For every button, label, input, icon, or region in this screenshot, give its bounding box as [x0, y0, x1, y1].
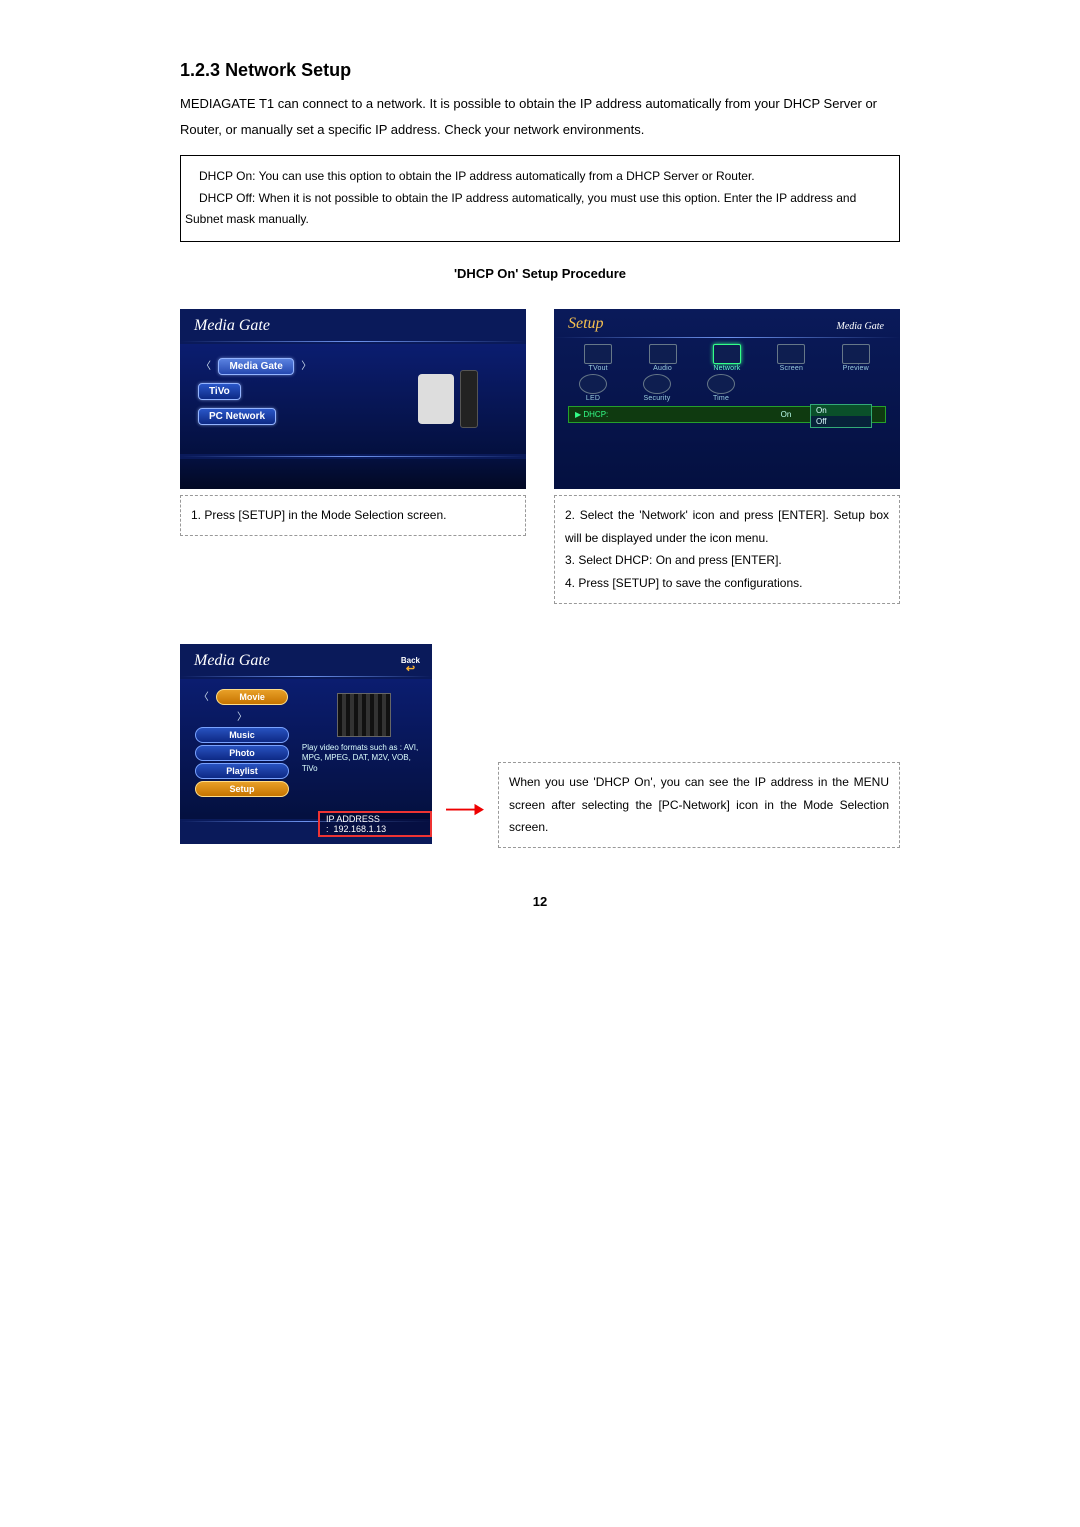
ip-value: 192.168.1.13 [334, 824, 387, 834]
menu-button-setup[interactable]: Setup [195, 781, 289, 797]
screenshot-menu: Media Gate Back↩ 〈 Movie 〉 Music Photo [180, 644, 432, 844]
mode-button-column: 〈 Media Gate 〉 TiVo PC Network [180, 344, 370, 454]
mode-row: 〈 Media Gate 〉 [198, 354, 364, 379]
setup-icon-row1: TVout Audio Network Screen Preview [554, 340, 900, 374]
caption-step2: 2. Select the 'Network' icon and press [… [565, 508, 889, 545]
procedure-heading: 'DHCP On' Setup Procedure [180, 266, 900, 281]
page-number: 12 [180, 894, 900, 909]
setup-icon-tvout[interactable]: TVout [577, 344, 619, 372]
setup-icon-time[interactable]: Time [700, 374, 742, 402]
menu-button-photo[interactable]: Photo [195, 745, 289, 761]
option-off[interactable]: Off [811, 416, 871, 427]
divider [554, 337, 900, 338]
option-list: On Off [810, 404, 872, 428]
menu-preview: Play video formats such as : AVI, MPG, M… [296, 679, 432, 819]
setup-icon-audio[interactable]: Audio [642, 344, 684, 372]
procedure-col-right: Setup Media Gate TVout Audio Network Scr… [554, 309, 900, 604]
brand-title: Media Gate [180, 644, 432, 674]
film-icon [337, 693, 391, 737]
document-page: 1.2.3 Network Setup MEDIAGATE T1 can con… [0, 0, 1080, 1527]
intro-paragraph: MEDIAGATE T1 can connect to a network. I… [180, 91, 900, 143]
screenshot-body: 〈 Media Gate 〉 TiVo PC Network [180, 344, 526, 454]
section-title-text: Network Setup [225, 60, 351, 80]
menu-button-music[interactable]: Music [195, 727, 289, 743]
mode-button-pcnetwork[interactable]: PC Network [198, 408, 276, 425]
info-box: DHCP On: You can use this option to obta… [180, 155, 900, 242]
dhcp-options: On Off [810, 404, 886, 428]
dhcp-label: DHCP: [583, 410, 608, 419]
info-dhcp-off: DHCP Off: When it is not possible to obt… [185, 188, 895, 231]
back-label[interactable]: Back↩ [401, 656, 420, 674]
menu-button-playlist[interactable]: Playlist [195, 763, 289, 779]
chevron-left-icon[interactable]: 〈 [196, 692, 212, 703]
mode-button-tivo[interactable]: TiVo [198, 383, 241, 400]
menu-button-column: 〈 Movie 〉 Music Photo Playlist Setup [180, 679, 296, 819]
brand-title: Media Gate [180, 309, 526, 339]
brand-title-small: Media Gate [823, 313, 891, 336]
setup-icon-row2: LED Security Time [554, 374, 900, 404]
screenshot-footer [180, 459, 526, 489]
setup-icon-led[interactable]: LED [572, 374, 614, 402]
divider [180, 676, 432, 677]
back-arrow-icon: ↩ [406, 663, 415, 675]
format-description: Play video formats such as : AVI, MPG, M… [302, 743, 426, 774]
procedure-col-left: Media Gate 〈 Media Gate 〉 TiVo PC Networ… [180, 309, 526, 536]
menu-button-movie[interactable]: Movie [216, 689, 288, 705]
remote-icon [460, 370, 478, 428]
section-number: 1.2.3 [180, 60, 220, 80]
chevron-left-icon[interactable]: 〈 [198, 361, 214, 372]
chevron-right-icon[interactable]: 〉 [298, 361, 314, 372]
setup-icon-preview[interactable]: Preview [835, 344, 877, 372]
chevron-right-icon[interactable]: 〉 [234, 712, 250, 723]
caption-step4: 4. Press [SETUP] to save the configurati… [565, 576, 802, 590]
mode-button-mediagate[interactable]: Media Gate [218, 358, 293, 375]
divider [180, 456, 526, 457]
device-illustration [370, 344, 526, 454]
screenshot-mode-selection: Media Gate 〈 Media Gate 〉 TiVo PC Networ… [180, 309, 526, 489]
menu-body: 〈 Movie 〉 Music Photo Playlist Setup Pla… [180, 679, 432, 819]
ip-address-box: IP ADDRESS : 192.168.1.13 [318, 811, 432, 837]
procedure-row: Media Gate 〈 Media Gate 〉 TiVo PC Networ… [180, 309, 900, 604]
option-on[interactable]: On [811, 405, 871, 416]
caption-steps234: 2. Select the 'Network' icon and press [… [554, 495, 900, 604]
caption-result: When you use 'DHCP On', you can see the … [498, 762, 900, 848]
caption-step1: 1. Press [SETUP] in the Mode Selection s… [180, 495, 526, 536]
device-icon [418, 374, 454, 424]
info-dhcp-on: DHCP On: You can use this option to obta… [185, 166, 895, 188]
result-col-caption: When you use 'DHCP On', you can see the … [498, 756, 900, 848]
setup-icon-network[interactable]: Network [706, 344, 748, 372]
setup-icon-screen[interactable]: Screen [770, 344, 812, 372]
screenshot-setup: Setup Media Gate TVout Audio Network Scr… [554, 309, 900, 489]
setup-icon-security[interactable]: Security [636, 374, 678, 402]
section-heading: 1.2.3 Network Setup [180, 60, 900, 81]
arrow-icon [446, 802, 484, 817]
result-row: Media Gate Back↩ 〈 Movie 〉 Music Photo [180, 644, 900, 844]
caption-step3: 3. Select DHCP: On and press [ENTER]. [565, 553, 782, 567]
divider [180, 341, 526, 342]
result-col-screenshot: Media Gate Back↩ 〈 Movie 〉 Music Photo [180, 644, 432, 844]
